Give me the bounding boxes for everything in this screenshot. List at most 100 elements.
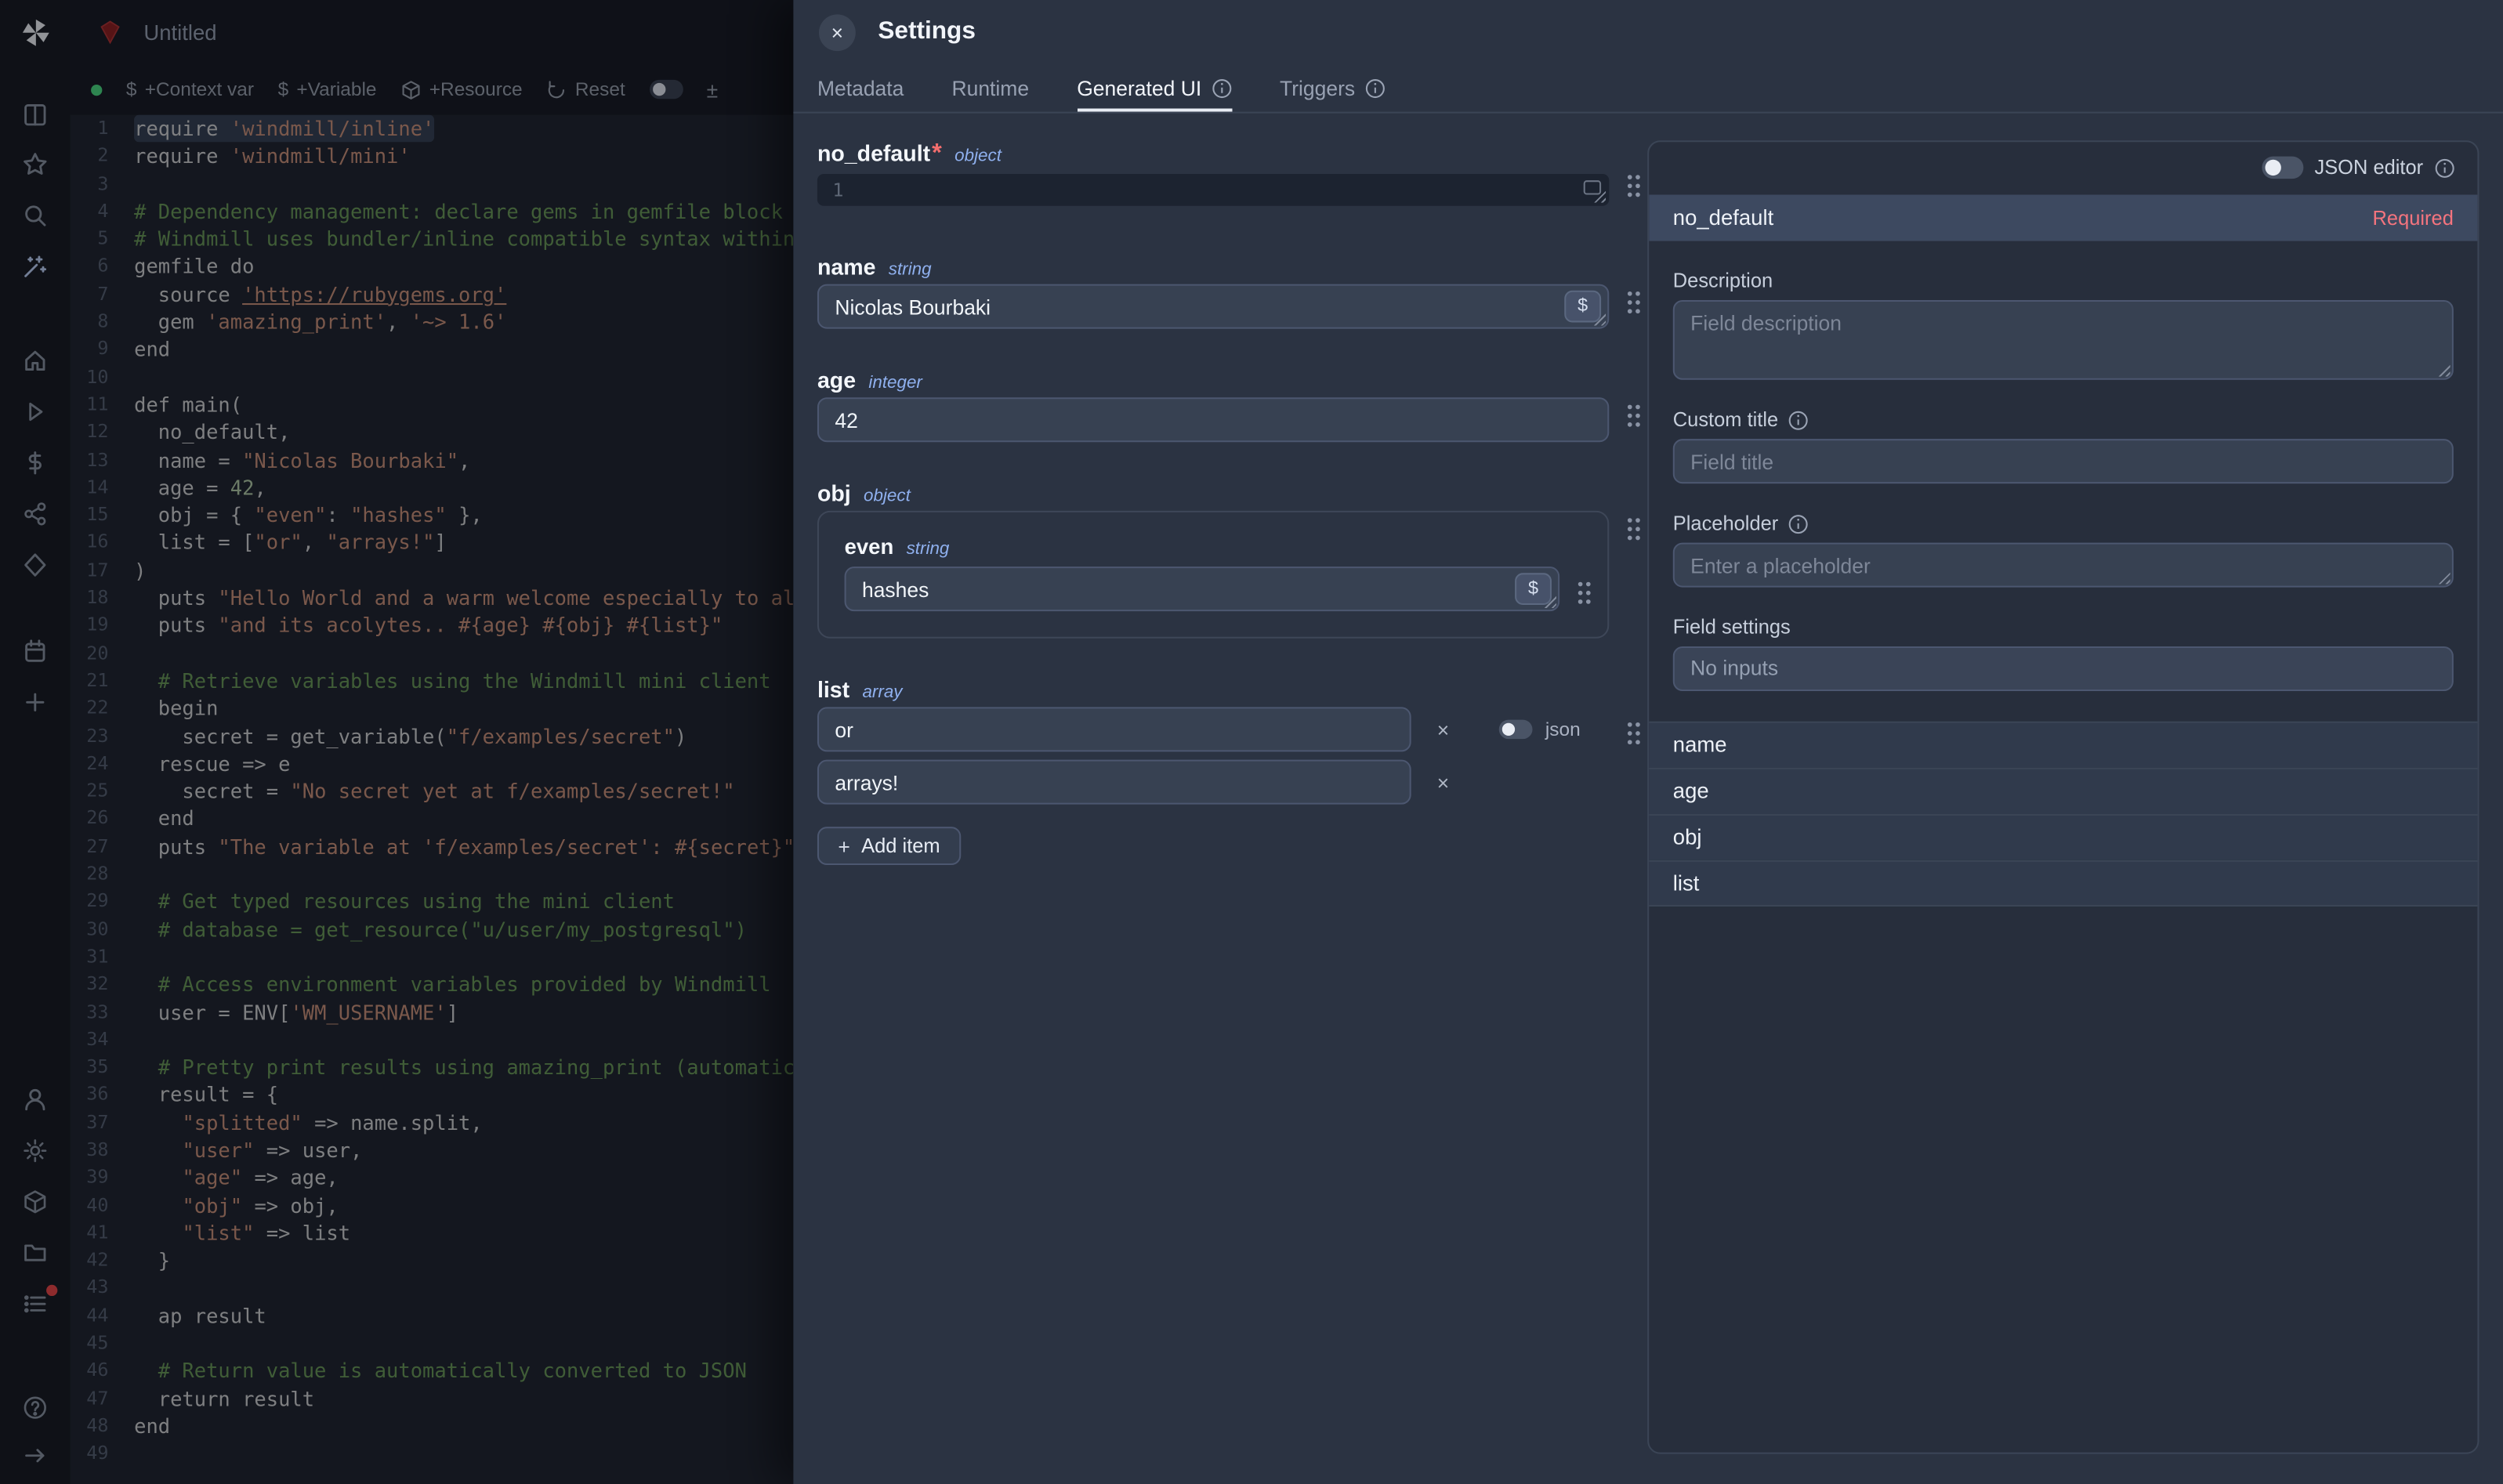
- info-icon: [2434, 157, 2454, 178]
- drag-handle[interactable]: [1625, 289, 1643, 317]
- no-default-json-input[interactable]: 1: [817, 174, 1609, 206]
- input-wrapper: $: [845, 566, 1560, 611]
- object-subfields: even string $: [817, 511, 1609, 639]
- panel-item-label: no_default: [1673, 196, 1773, 241]
- field-type-label: object: [954, 147, 1002, 165]
- json-editor-toggle[interactable]: [2262, 157, 2303, 179]
- add-item-label: Add item: [861, 834, 940, 857]
- field-type-label: string: [907, 540, 950, 559]
- settings-drawer: × Settings Metadata Runtime Generated UI…: [793, 0, 2503, 1484]
- list-item-row: × json: [817, 707, 1609, 751]
- field-type-label: integer: [868, 374, 922, 393]
- drag-handle[interactable]: [1625, 720, 1643, 747]
- field-type-label: string: [889, 260, 932, 279]
- expand-editor-icon[interactable]: [1584, 180, 1601, 194]
- field-label-row: no_default* object: [817, 140, 1609, 169]
- required-badge: Required: [2373, 196, 2454, 241]
- json-toggle-label: json: [1545, 718, 1581, 741]
- input-wrapper: [817, 707, 1411, 751]
- input-wrapper: [1673, 300, 2454, 380]
- age-input[interactable]: [817, 397, 1609, 442]
- info-icon: [1211, 78, 1231, 98]
- description-label: Description: [1673, 270, 2454, 292]
- field-label-row: name string: [817, 254, 1609, 280]
- settings-title: Settings: [878, 17, 976, 46]
- list-item-input[interactable]: [817, 760, 1411, 805]
- field-name-label: age: [817, 367, 856, 393]
- editor-line-number: 1: [817, 179, 859, 201]
- input-wrapper: [1673, 543, 2454, 588]
- info-icon: [1788, 513, 1808, 534]
- tab-label: Metadata: [817, 76, 904, 100]
- json-editor-toggle-row: JSON editor: [1649, 142, 2477, 194]
- tab-triggers[interactable]: Triggers: [1280, 63, 1386, 111]
- field-obj: obj object even string $: [817, 480, 1609, 639]
- close-icon: ×: [831, 21, 843, 42]
- list-item-input[interactable]: [817, 707, 1411, 751]
- list-item-row: ×: [817, 760, 1609, 805]
- placeholder-input[interactable]: [1673, 543, 2454, 588]
- tab-label: Triggers: [1280, 76, 1355, 100]
- tab-label: Generated UI: [1077, 76, 1201, 100]
- description-input[interactable]: [1673, 300, 2454, 380]
- panel-item-obj[interactable]: obj: [1649, 814, 2477, 860]
- close-button[interactable]: ×: [819, 13, 856, 50]
- field-type-label: object: [864, 487, 911, 505]
- drag-handle[interactable]: [1576, 579, 1593, 606]
- drag-handle[interactable]: [1625, 402, 1643, 429]
- input-wrapper: [817, 397, 1609, 442]
- even-input[interactable]: [845, 566, 1560, 611]
- close-icon: ×: [1437, 718, 1449, 742]
- field-name: name string $: [817, 254, 1609, 329]
- required-asterisk: *: [932, 140, 942, 169]
- field-label-row: age integer: [817, 367, 1609, 393]
- name-input[interactable]: [817, 284, 1609, 329]
- app-root: $+Context var $+Variable +Resource Reset…: [0, 0, 2503, 1484]
- field-label-row: obj object: [817, 480, 1609, 506]
- field-type-label: array: [862, 683, 902, 702]
- plus-icon: +: [838, 835, 849, 856]
- field-settings-label: Field settings: [1673, 616, 2454, 639]
- add-item-button[interactable]: + Add item: [817, 827, 961, 865]
- drawer-header: × Settings: [793, 0, 2503, 63]
- field-list: list array × json × +Add i: [817, 677, 1609, 865]
- info-icon: [1364, 78, 1385, 98]
- insert-variable-button[interactable]: $: [1564, 291, 1601, 323]
- input-wrapper: [1673, 439, 2454, 483]
- modal-overlay[interactable]: [0, 0, 793, 1484]
- settings-tabs: Metadata Runtime Generated UI Triggers: [793, 63, 2503, 113]
- panel-item-no-default[interactable]: no_default Required: [1649, 195, 2477, 241]
- remove-item-button[interactable]: ×: [1425, 712, 1461, 747]
- tab-generated-ui[interactable]: Generated UI: [1077, 63, 1232, 111]
- field-settings-panel: JSON editor no_default Required Descript…: [1647, 140, 2479, 1453]
- field-settings-value: No inputs: [1673, 646, 2454, 691]
- field-label-row: even string: [845, 534, 1560, 559]
- custom-title-input[interactable]: [1673, 439, 2454, 483]
- placeholder-label: Placeholder: [1673, 512, 2454, 535]
- field-no-default: no_default* object 1: [817, 140, 1609, 206]
- panel-item-name[interactable]: name: [1649, 722, 2477, 768]
- field-name-label: no_default: [817, 140, 930, 166]
- close-icon: ×: [1437, 770, 1449, 794]
- remove-item-button[interactable]: ×: [1425, 765, 1461, 800]
- input-wrapper: $: [817, 284, 1609, 329]
- custom-title-label: Custom title: [1673, 408, 2454, 431]
- panel-item-list[interactable]: list: [1649, 860, 2477, 907]
- panel-item-list: name age obj list: [1649, 722, 2477, 907]
- field-name-label: list: [817, 677, 849, 703]
- field-settings-body: Description Custom title Placeholder Fie…: [1649, 270, 2477, 691]
- drag-handle[interactable]: [1625, 172, 1643, 200]
- field-label-row: list array: [817, 677, 1609, 703]
- insert-variable-button[interactable]: $: [1515, 573, 1552, 605]
- json-editor-label: JSON editor: [2314, 157, 2423, 179]
- drag-handle[interactable]: [1625, 516, 1643, 543]
- tab-runtime[interactable]: Runtime: [951, 63, 1029, 111]
- field-name-label: even: [845, 534, 894, 559]
- panel-item-age[interactable]: age: [1649, 768, 2477, 814]
- json-mode-toggle[interactable]: [1499, 720, 1533, 739]
- schema-form: no_default* object 1 name string: [817, 140, 1609, 903]
- field-name-label: name: [817, 254, 876, 280]
- tab-label: Runtime: [951, 76, 1029, 100]
- input-wrapper: [817, 760, 1411, 805]
- tab-metadata[interactable]: Metadata: [817, 63, 904, 111]
